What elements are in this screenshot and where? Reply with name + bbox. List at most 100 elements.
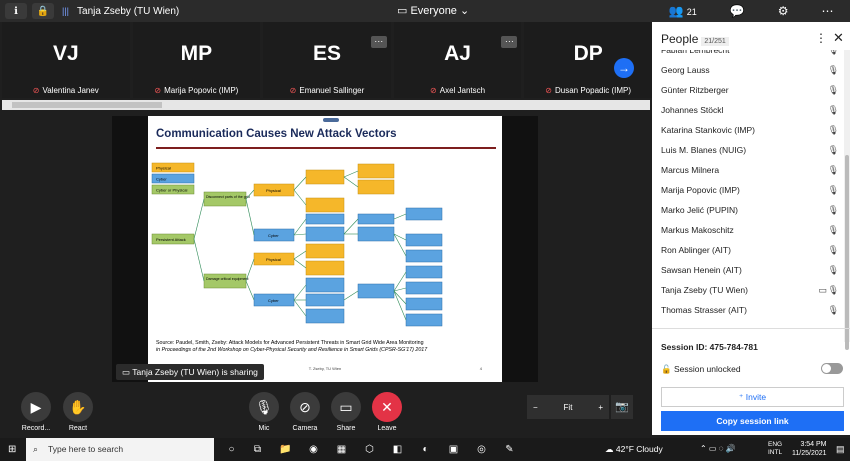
react-button[interactable]: ✋ React (62, 392, 94, 432)
close-icon[interactable]: ✕ (833, 30, 844, 46)
list-item[interactable]: Marcus Milnera 🎙 (661, 160, 839, 180)
audio-level-icon: ||| (62, 6, 70, 16)
task-view-icon[interactable]: ⧉ (250, 442, 265, 457)
mic-icon: 🎙 (827, 285, 839, 295)
hand-icon: ✋ (63, 392, 93, 422)
person-name: Katarina Stankovic (IMP) (661, 125, 756, 135)
video-tile[interactable]: DP ⊘ Dusan Popadic (IMP) (524, 22, 652, 98)
list-item[interactable]: Katarina Stankovic (IMP) 🎙 (661, 120, 839, 140)
zoom-out-button[interactable]: − (533, 403, 538, 412)
meeting-app-icon[interactable]: ◎ (474, 442, 489, 457)
record-button[interactable]: ▶ Record... (20, 392, 52, 432)
mic-muted-icon: ⊘ (430, 86, 437, 95)
taskbar-search-input[interactable]: ⌕ Type here to search (26, 438, 214, 461)
presentation-slide: Physical Cyber Cyber or Physical Persist… (148, 116, 502, 382)
list-item[interactable]: Sawsan Henein (AIT) 🎙 (661, 260, 839, 280)
invite-button[interactable]: ⁺ Invite (661, 387, 844, 407)
notification-icon[interactable]: ▤ (836, 444, 845, 455)
audience-selector[interactable]: ▭ Everyone ⌄ (397, 4, 469, 17)
more-icon[interactable]: ··· (501, 36, 518, 48)
copy-session-link-button[interactable]: Copy session link (661, 411, 844, 431)
mic-button[interactable]: 🎙 Mic (248, 392, 280, 432)
session-lock-toggle[interactable] (821, 363, 843, 374)
cortana-icon[interactable]: ○ (224, 442, 239, 457)
list-item[interactable]: Luis M. Blanes (NUIG) 🎙 (661, 140, 839, 160)
leave-label: Leave (377, 425, 397, 432)
participant-name-label: ⊘ Axel Jantsch (394, 86, 522, 95)
file-explorer-icon[interactable]: 📁 (278, 442, 293, 457)
mic-muted-icon: ⊘ (32, 86, 40, 95)
grid-app-icon[interactable]: ▦ (334, 442, 349, 457)
app-window: ℹ 🔒 ||| Tanja Zseby (TU Wien) ▭ Everyone… (0, 0, 850, 461)
video-tile[interactable]: AJ ··· ⊘ Axel Jantsch (393, 22, 522, 98)
video-tile[interactable]: MP ⊘ Marija Popovic (IMP) (132, 22, 261, 98)
camera-button[interactable]: ⊘ Camera (289, 392, 321, 432)
people-button[interactable]: 👥 21 (668, 4, 696, 18)
people-panel: People 21/251 ⋮ ✕ Fabian Lembrecht 🎙 Georg… (652, 22, 850, 435)
drag-handle[interactable] (323, 118, 339, 122)
mic-muted-icon: ⊘ (154, 86, 162, 95)
list-item[interactable]: Ron Ablinger (AIT) 🎙 (661, 240, 839, 260)
mic-muted-icon: ⊘ (289, 86, 297, 95)
settings-app-icon[interactable]: ⬡ (362, 442, 377, 457)
clock[interactable]: 3:54 PM 11/25/2021 (792, 440, 827, 458)
strip-scrollbar[interactable] (2, 100, 650, 110)
mic-label: Mic (258, 425, 270, 432)
teams-icon[interactable]: ▣ (446, 442, 461, 457)
mic-off-icon: 🎙 (827, 165, 839, 175)
participant-name-label: ⊘ Marija Popovic (IMP) (133, 86, 261, 95)
brush-app-icon[interactable]: ✎ (502, 442, 517, 457)
video-strip: VJ ⊘ Valentina Janev MP ⊘ Marija Popovic (… (0, 22, 652, 98)
list-item[interactable]: Marija Popovic (IMP) 🎙 (661, 180, 839, 200)
zoom-controls: − Fit + (527, 395, 609, 419)
edge-icon[interactable]: ◐ (418, 442, 433, 457)
zoom-level[interactable]: Fit (564, 403, 573, 412)
sharing-indicator: ▭ Tanja Zseby (TU Wien) is sharing (116, 364, 264, 380)
more-icon[interactable]: ··· (370, 36, 387, 48)
scroll-thumb[interactable] (12, 102, 162, 108)
list-item[interactable]: Markus Makoschitz 🎙 (661, 220, 839, 240)
chrome-icon[interactable]: ◉ (306, 442, 321, 457)
info-icon[interactable]: ℹ (5, 3, 27, 19)
windows-taskbar: ⊞ ⌕ Type here to search ○ ⧉ 📁 ◉ ▦ ⬡ ◧ ◐ ▣… (0, 438, 850, 461)
list-item[interactable]: Fabian Lembrecht 🎙 (661, 50, 839, 60)
office-icon[interactable]: ◧ (390, 442, 405, 457)
more-icon[interactable]: ⋯ (821, 4, 833, 18)
leave-button[interactable]: ✕ Leave (371, 392, 403, 432)
video-tile[interactable]: ES ··· ⊘ Emanuel Sallinger (263, 22, 391, 98)
person-name: Günter Ritzberger (661, 85, 729, 95)
lock-icon[interactable]: 🔒 (32, 3, 54, 19)
scroll-thumb[interactable] (845, 155, 849, 350)
participants-count: 21 (686, 7, 697, 17)
more-vertical-icon[interactable]: ⋮ (815, 31, 827, 45)
mic-off-icon: 🎙 (827, 225, 839, 235)
list-item[interactable]: Thomas Strasser (AIT) 🎙 (661, 300, 839, 320)
slide-source-line: in Proceedings of the 2nd Workshop on Cy… (156, 347, 428, 353)
video-tile[interactable]: VJ ⊘ Valentina Janev (2, 22, 130, 98)
panel-title: People (661, 32, 699, 46)
windows-start-icon[interactable]: ⊞ (8, 444, 16, 455)
screenshot-icon[interactable]: 📷 (611, 395, 633, 419)
divider (652, 328, 850, 329)
zoom-in-button[interactable]: + (598, 403, 603, 412)
weather-widget[interactable]: ☁ 42°F Cloudy (605, 444, 663, 455)
system-tray[interactable]: ⌃ ▭ ◌ 🔊 (700, 444, 736, 453)
chat-icon[interactable]: 💬 (730, 4, 745, 18)
mic-off-icon: 🎙 (827, 85, 839, 95)
list-item[interactable]: Günter Ritzberger 🎙 (661, 80, 839, 100)
person-name: Marija Popovic (IMP) (661, 185, 740, 195)
list-item[interactable]: Marko Jelić (PUPIN) 🎙 (661, 200, 839, 220)
mic-off-icon: 🎙 (827, 205, 839, 215)
gear-icon[interactable]: ⚙ (778, 4, 789, 18)
list-item[interactable]: Georg Lauss 🎙 (661, 60, 839, 80)
people-scrollbar[interactable] (844, 50, 850, 350)
mic-off-icon: 🎙 (827, 265, 839, 275)
node-persistent-attack: Persistent Attack (156, 237, 186, 242)
language-indicator[interactable]: ENG INTL (768, 441, 782, 457)
share-button[interactable]: ▭ Share (330, 392, 362, 432)
list-item[interactable]: Tanja Zseby (TU Wien) ▭ 🎙 (661, 280, 839, 300)
mic-off-icon: 🎙 (249, 392, 279, 422)
list-item[interactable]: Johannes Stöckl 🎙 (661, 100, 839, 120)
participant-name-label: ⊘ Dusan Popadic (IMP) (524, 86, 652, 95)
arrow-right-icon[interactable]: → (614, 58, 634, 78)
